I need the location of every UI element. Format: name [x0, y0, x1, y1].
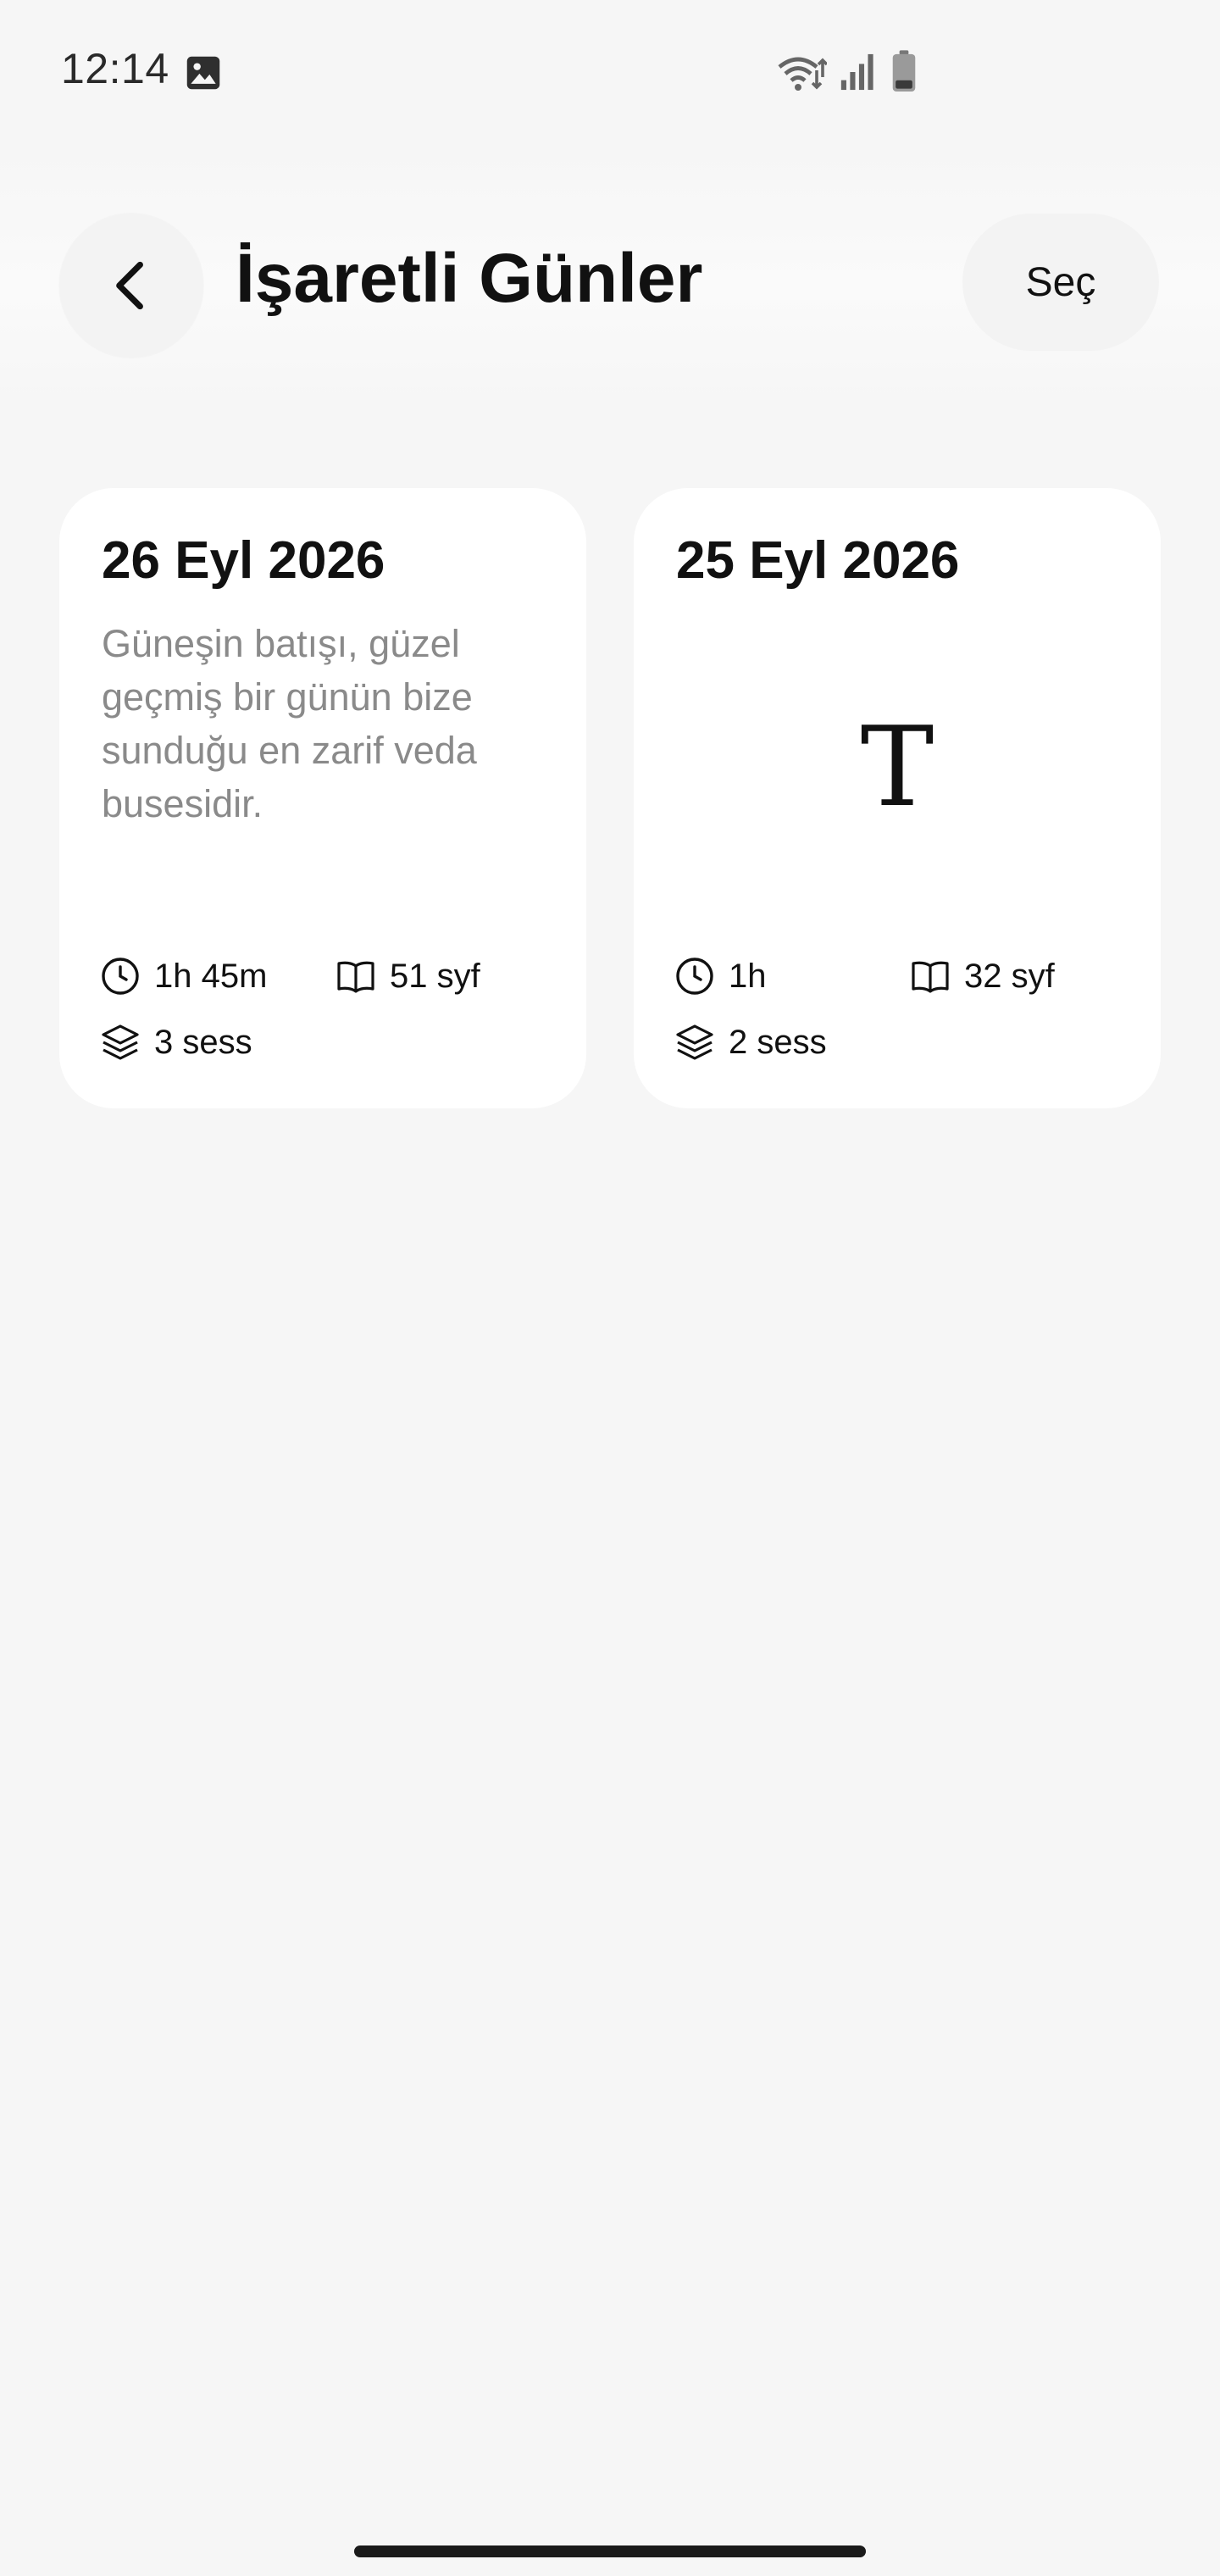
- clock-icon: [676, 958, 713, 995]
- marked-days-grid: 26 Eyl 2026 Güneşin batışı, güzel geçmiş…: [59, 488, 1161, 1108]
- wifi-icon: [778, 57, 827, 91]
- gallery-icon: [186, 56, 220, 90]
- book-icon: [912, 961, 949, 993]
- reading-time-stat: 1h 45m: [100, 956, 267, 997]
- day-card[interactable]: 25 Eyl 2026 T 1h 32 syf 2 sess: [634, 488, 1161, 1108]
- book-icon: [337, 961, 374, 993]
- chevron-left-icon: [116, 261, 143, 310]
- reading-time-value: 1h 45m: [154, 957, 268, 995]
- clock-icon: [102, 958, 139, 995]
- card-note: Güneşin batışı, güzel geçmiş bir günün b…: [102, 622, 477, 825]
- card-date: 26 Eyl 2026: [102, 531, 385, 590]
- status-bar: 12:14: [0, 0, 1220, 144]
- day-card[interactable]: 26 Eyl 2026 Güneşin batışı, güzel geçmiş…: [59, 488, 586, 1108]
- sessions-stat: 2 sess: [674, 1022, 827, 1063]
- card-date: 25 Eyl 2026: [676, 531, 960, 590]
- pages-value: 51 syf: [390, 957, 480, 995]
- back-button[interactable]: [59, 214, 203, 358]
- card-placeholder-glyph: T: [860, 702, 934, 831]
- pages-stat: 32 syf: [910, 956, 1055, 997]
- reading-time-stat: 1h: [674, 956, 767, 997]
- pages-stat: 51 syf: [336, 956, 480, 997]
- layers-icon: [676, 1024, 713, 1060]
- layers-icon: [102, 1024, 139, 1060]
- page-title: İşaretli Günler: [236, 240, 703, 317]
- sessions-value: 2 sess: [729, 1023, 827, 1061]
- header: İşaretli Günler Seç: [0, 144, 1220, 407]
- sessions-stat: 3 sess: [100, 1022, 252, 1063]
- status-time: 12:14: [61, 45, 169, 92]
- home-indicator[interactable]: [354, 2545, 866, 2557]
- signal-icon: [840, 53, 873, 91]
- select-button[interactable]: Seç: [962, 214, 1159, 351]
- pages-value: 32 syf: [964, 957, 1055, 995]
- reading-time-value: 1h: [729, 957, 767, 995]
- sessions-value: 3 sess: [154, 1023, 252, 1061]
- battery-icon: [892, 50, 916, 92]
